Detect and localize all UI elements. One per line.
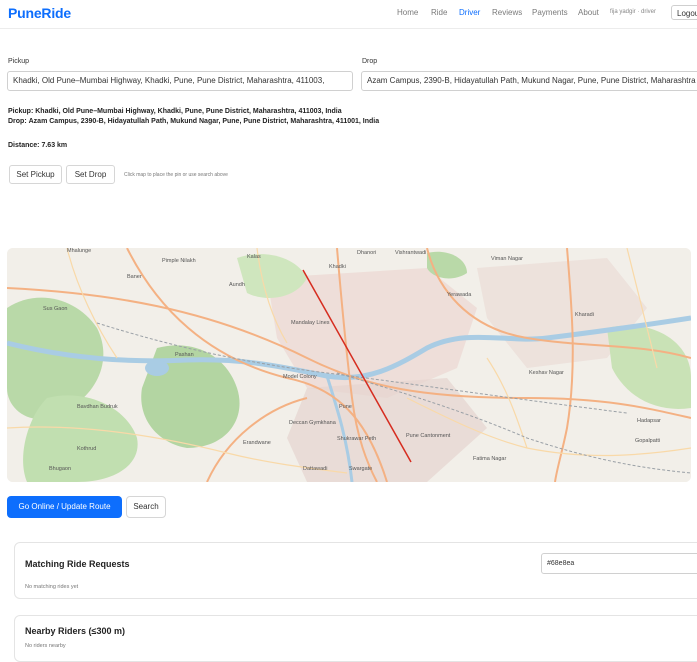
- map-label: Mhalunge: [67, 248, 91, 254]
- map-label: Erandwane: [243, 440, 271, 446]
- pickup-input[interactable]: Khadki, Old Pune–Mumbai Highway, Khadki,…: [7, 71, 353, 91]
- map-label: Fatima Nagar: [473, 456, 506, 462]
- pickup-summary-text: Khadki, Old Pune–Mumbai Highway, Khadki,…: [35, 108, 342, 115]
- map-label: Pimple Nilakh: [162, 258, 196, 264]
- map-label: Pune: [339, 404, 352, 410]
- map-label: Model Colony: [283, 374, 317, 380]
- lake: [145, 360, 169, 376]
- drop-summary: Drop: Azam Campus, 2390-B, Hidayatullah …: [8, 118, 379, 125]
- map-label: Gopalpatti: [635, 438, 660, 444]
- map-label: Bavdhan Budruk: [77, 404, 118, 410]
- map-label: Pashan: [175, 352, 194, 358]
- pickup-label: Pickup: [8, 58, 30, 65]
- set-pickup-button[interactable]: Set Pickup: [9, 165, 62, 184]
- drop-summary-prefix: Drop:: [8, 118, 27, 125]
- map-label: Vishrantwadi: [395, 250, 426, 256]
- map-hint: Click map to place the pin or use search…: [124, 172, 228, 178]
- map-label: Kharadi: [575, 312, 594, 318]
- distance-value: 7.63 km: [41, 142, 68, 149]
- map-label: Pune Cantonment: [406, 433, 451, 439]
- map-label: Mandalay Lines: [291, 320, 330, 326]
- search-button[interactable]: Search: [126, 496, 166, 518]
- map-label: Aundh: [229, 282, 245, 288]
- matching-requests-title: Matching Ride Requests: [25, 559, 130, 569]
- map-canvas[interactable]: Mhalunge Pimple Nilakh Kalas Dhanori Vis…: [7, 248, 691, 482]
- distance-prefix: Distance:: [8, 142, 40, 149]
- nav-item-reviews[interactable]: Reviews: [492, 8, 522, 17]
- map-label: Shukrawar Peth: [337, 436, 376, 442]
- brand-logo[interactable]: PuneRide: [8, 5, 71, 21]
- route-map[interactable]: Mhalunge Pimple Nilakh Kalas Dhanori Vis…: [7, 248, 691, 482]
- map-label: Hadapsar: [637, 418, 661, 424]
- nearby-riders-card: Nearby Riders (≤300 m) No riders nearby: [14, 615, 697, 662]
- drop-summary-text: Azam Campus, 2390-B, Hidayatullah Path, …: [28, 118, 380, 125]
- map-label: Yerawada: [447, 292, 472, 298]
- map-label: Kalas: [247, 254, 261, 260]
- drop-input[interactable]: Azam Campus, 2390-B, Hidayatullah Path, …: [361, 71, 697, 91]
- pickup-summary: Pickup: Khadki, Old Pune–Mumbai Highway,…: [8, 108, 342, 115]
- nav-item-home[interactable]: Home: [397, 8, 418, 17]
- nearby-riders-title: Nearby Riders (≤300 m): [25, 626, 125, 636]
- map-label: Bhugaon: [49, 466, 71, 472]
- map-label: Kothrud: [77, 446, 96, 452]
- nav-item-payments[interactable]: Payments: [532, 8, 568, 17]
- nav-item-driver[interactable]: Driver: [459, 8, 480, 17]
- map-label: Keshav Nagar: [529, 370, 564, 376]
- pickup-summary-prefix: Pickup:: [8, 108, 34, 115]
- nearby-riders-empty: No riders nearby: [25, 643, 66, 649]
- request-filter-input[interactable]: #68e8ea: [541, 553, 697, 574]
- map-label: Sus Gaon: [43, 306, 67, 312]
- set-drop-button[interactable]: Set Drop: [66, 165, 115, 184]
- map-label: Viman Nagar: [491, 256, 523, 262]
- nav-item-about[interactable]: About: [578, 8, 599, 17]
- map-label: Dattawadi: [303, 466, 327, 472]
- distance-readout: Distance: 7.63 km: [8, 142, 67, 149]
- map-label: Dhanori: [357, 250, 376, 256]
- nav-item-ride[interactable]: Ride: [431, 8, 447, 17]
- go-online-button[interactable]: Go Online / Update Route: [7, 496, 122, 518]
- matching-requests-card: Matching Ride Requests No matching rides…: [14, 542, 697, 599]
- map-label: Khadki: [329, 264, 346, 270]
- drop-label: Drop: [362, 58, 378, 65]
- matching-requests-empty: No matching rides yet: [25, 584, 79, 590]
- top-navbar: PuneRide Home Ride Driver Reviews Paymen…: [0, 0, 697, 29]
- user-label: fija yadgir · driver: [610, 9, 657, 15]
- map-label: Baner: [127, 274, 142, 280]
- logout-button[interactable]: Logou: [671, 5, 697, 20]
- map-label: Swargate: [349, 466, 372, 472]
- map-label: Deccan Gymkhana: [289, 420, 337, 426]
